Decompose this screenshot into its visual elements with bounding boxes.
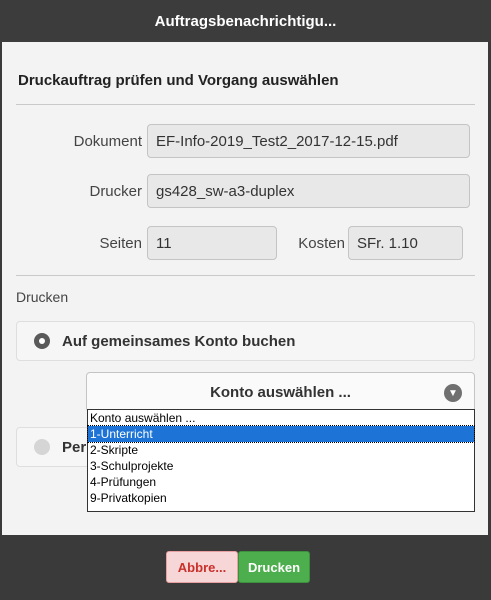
cancel-button[interactable]: Abbre... [166,551,238,583]
pages-field: 11 [147,226,277,260]
cost-field: SFr. 1.10 [348,226,463,260]
heading-separator [16,104,475,105]
dropdown-option[interactable]: 9-Privatkopien [88,490,474,506]
dropdown-option[interactable]: 2-Skripte [88,442,474,458]
dropdown-option[interactable]: Konto auswählen ... [88,410,474,426]
form-heading: Druckauftrag prüfen und Vorgang auswähle… [18,72,339,89]
print-button[interactable]: Drucken [238,551,310,583]
section-separator [16,275,475,276]
account-select-value: Konto auswählen ... [210,383,351,401]
print-job-dialog: Druckauftrag prüfen und Vorgang auswähle… [2,42,488,535]
document-label: Dokument [73,133,142,150]
printer-label: Drucker [89,183,142,200]
dropdown-option[interactable]: 3-Schulprojekte [88,458,474,474]
shared-account-radio[interactable] [34,333,50,349]
dialog-footer: Abbre... Drucken [0,535,491,600]
print-section-label: Drucken [16,289,69,305]
dropdown-option[interactable]: 4-Prüfungen [88,474,474,490]
account-dropdown-list: Konto auswählen ... 1-Unterricht 2-Skrip… [87,409,475,512]
shared-account-label: Auf gemeinsames Konto buchen [62,332,296,350]
shared-account-option[interactable]: Auf gemeinsames Konto buchen [16,321,475,361]
personal-account-label: Per [62,438,87,456]
cost-label: Kosten [298,235,345,252]
personal-account-radio[interactable] [34,439,50,455]
printer-field: gs428_sw-a3-duplex [147,174,470,208]
account-select[interactable]: Konto auswählen ... ▼ [86,372,475,412]
chevron-down-icon[interactable]: ▼ [444,384,462,402]
document-field: EF-Info-2019_Test2_2017-12-15.pdf [147,124,470,158]
dialog-title: Auftragsbenachrichtigu... [154,12,337,30]
dropdown-option[interactable]: 1-Unterricht [87,425,475,443]
pages-label: Seiten [99,235,142,252]
dialog-titlebar: Auftragsbenachrichtigu... [0,0,491,42]
